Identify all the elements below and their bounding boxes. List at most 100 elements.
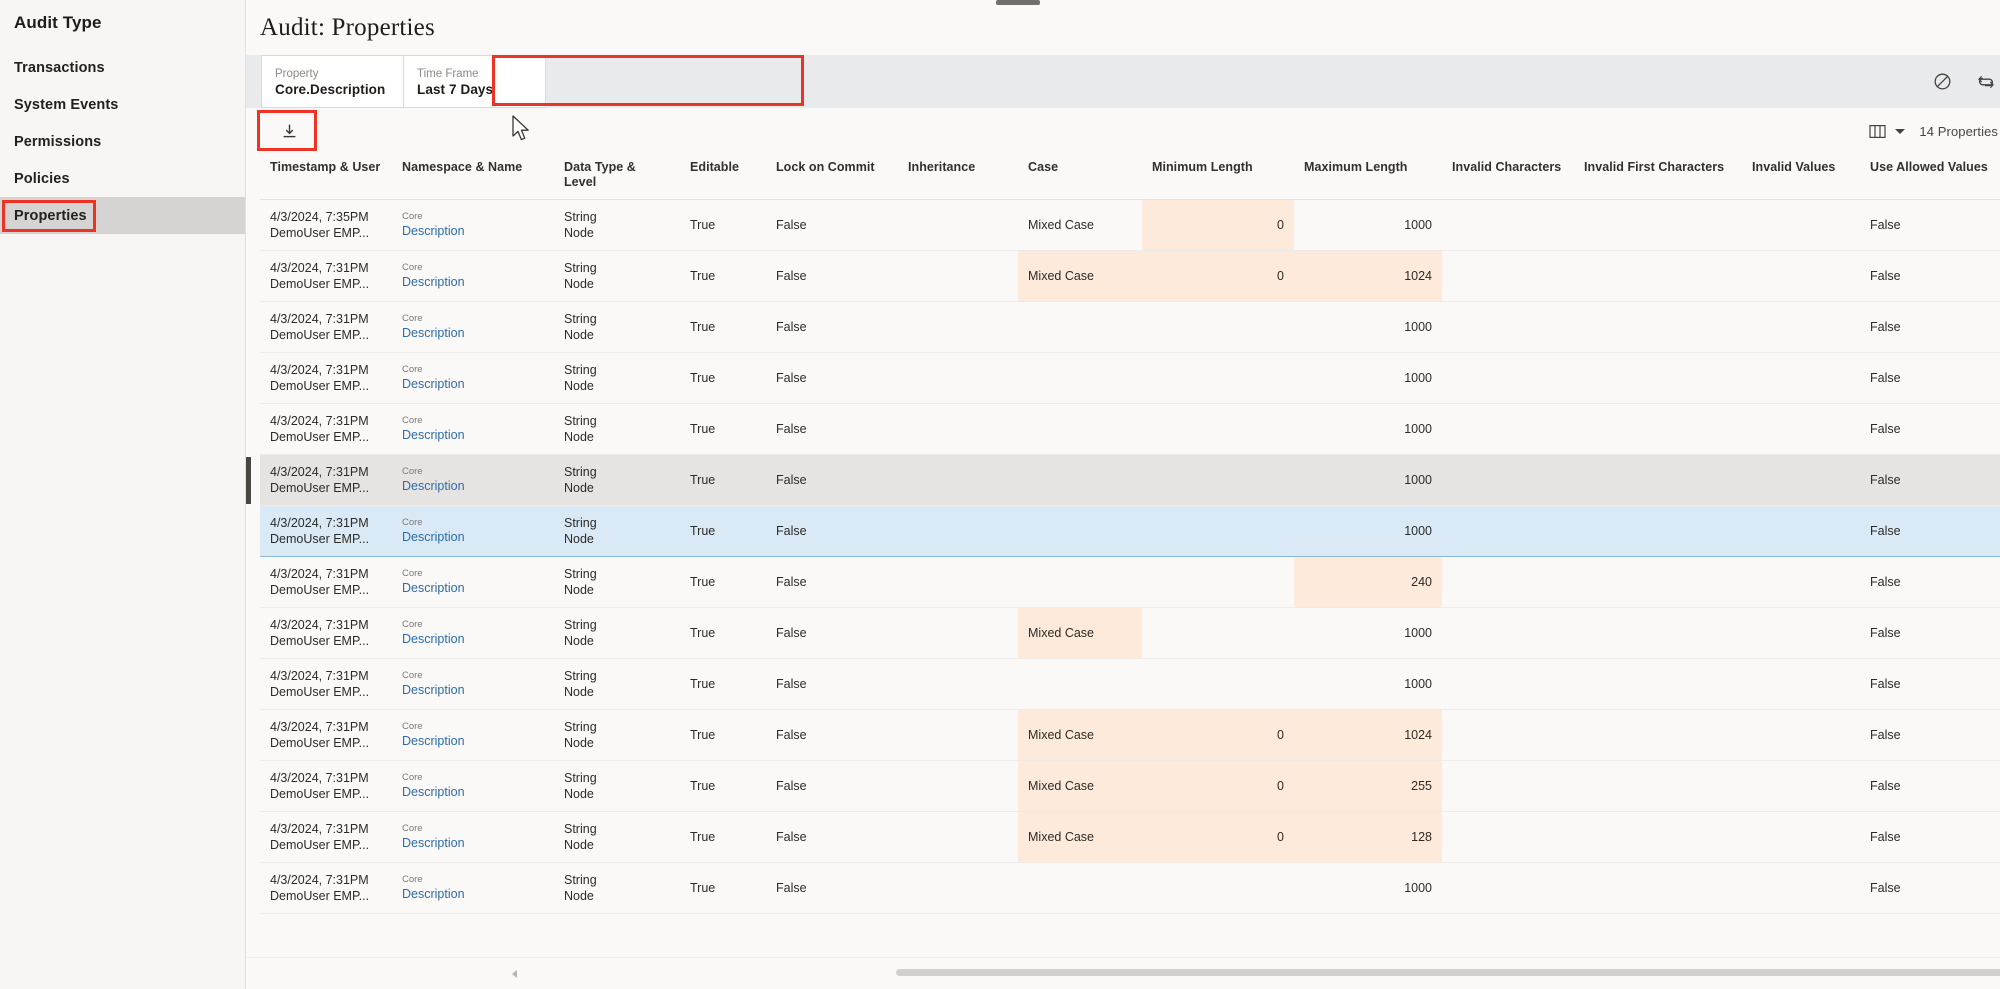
property-name-link[interactable]: Description	[402, 733, 544, 749]
column-header-namespace-name[interactable]: Namespace & Name	[392, 155, 554, 200]
data-type-text: String	[564, 822, 597, 836]
namespace-text: Core	[402, 772, 423, 783]
table-row[interactable]: 4/3/2024, 7:31PM DemoUser EMP... Core Descr…	[260, 556, 2000, 608]
sidebar-item-policies[interactable]: Policies	[0, 160, 245, 197]
property-name-link[interactable]: Description	[402, 376, 544, 392]
cell-invalid-characters	[1442, 658, 1574, 710]
property-name-link[interactable]: Description	[402, 427, 544, 443]
cell-invalid-values	[1742, 811, 1860, 863]
column-header-minimum-length[interactable]: Minimum Length	[1142, 155, 1294, 200]
property-name-link[interactable]: Description	[402, 784, 544, 800]
cell-lock-on-commit: False	[766, 556, 898, 608]
property-name-link[interactable]: Description	[402, 478, 544, 494]
scroll-left-arrow-icon[interactable]	[512, 970, 517, 978]
table-row[interactable]: 4/3/2024, 7:31PM DemoUser EMP... Core Descr…	[260, 658, 2000, 710]
case-text: Mixed Case	[1028, 830, 1094, 844]
cell-invalid-values	[1742, 760, 1860, 812]
property-name-link[interactable]: Description	[402, 529, 544, 545]
sidebar-item-label: Transactions	[14, 59, 105, 76]
cell-invalid-first-characters	[1574, 709, 1742, 761]
sidebar-item-system-events[interactable]: System Events	[0, 86, 245, 123]
use-allowed-values-text: False	[1870, 371, 1901, 385]
property-name-link[interactable]: Description	[402, 223, 544, 239]
table-row[interactable]: 4/3/2024, 7:31PM DemoUser EMP... Core Descr…	[260, 811, 2000, 863]
property-name-link[interactable]: Description	[402, 631, 544, 647]
filter-chip-property[interactable]: Property Core.Description	[261, 55, 403, 108]
table-row[interactable]: 4/3/2024, 7:31PM DemoUser EMP... Core Descr…	[260, 454, 2000, 506]
cell-editable: True	[680, 454, 766, 506]
property-name-link[interactable]: Description	[402, 580, 544, 596]
cell-invalid-characters	[1442, 352, 1574, 404]
namespace-text: Core	[402, 466, 423, 477]
cell-case	[1018, 658, 1142, 710]
column-header-use-allowed-values[interactable]: Use Allowed Values	[1860, 155, 2000, 200]
editable-text: True	[690, 881, 716, 895]
cell-data-type-level: String Node	[554, 658, 680, 710]
sidebar-title: Audit Type	[14, 13, 102, 32]
top-scrollbar-fragment[interactable]	[996, 0, 1040, 5]
cell-timestamp-user: 4/3/2024, 7:31PM DemoUser EMP...	[260, 811, 392, 863]
namespace-text: Core	[402, 823, 423, 834]
column-header-data-type-level[interactable]: Data Type & Level	[554, 155, 680, 200]
scrollbar-thumb[interactable]	[896, 969, 2000, 976]
column-header-invalid-characters[interactable]: Invalid Characters	[1442, 155, 1574, 200]
column-header-case[interactable]: Case	[1018, 155, 1142, 200]
table-row[interactable]: 4/3/2024, 7:31PM DemoUser EMP... Core Descr…	[260, 709, 2000, 761]
chevron-down-icon[interactable]	[1895, 129, 1906, 134]
cell-data-type-level: String Node	[554, 403, 680, 455]
clear-filter-icon[interactable]	[1930, 70, 1954, 94]
cell-case	[1018, 301, 1142, 353]
timestamp-text: 4/3/2024, 7:31PM	[270, 465, 369, 479]
column-header-invalid-values[interactable]: Invalid Values	[1742, 155, 1860, 200]
cell-invalid-characters	[1442, 709, 1574, 761]
column-header-invalid-first-characters[interactable]: Invalid First Characters	[1574, 155, 1742, 200]
cell-data-type-level: String Node	[554, 199, 680, 251]
column-header-lock-on-commit[interactable]: Lock on Commit	[766, 155, 898, 200]
property-name-link[interactable]: Description	[402, 835, 544, 851]
horizontal-scrollbar[interactable]	[246, 957, 2000, 989]
maximum-length-text: 1000	[1404, 524, 1432, 538]
cell-use-allowed-values: False	[1860, 760, 2000, 812]
table-row[interactable]: 4/3/2024, 7:35PM DemoUser EMP... Core Descr…	[260, 199, 2000, 251]
column-header-editable[interactable]: Editable	[680, 155, 766, 200]
use-allowed-values-text: False	[1870, 218, 1901, 232]
sidebar-item-properties[interactable]: Properties	[0, 197, 245, 234]
cell-invalid-first-characters	[1574, 658, 1742, 710]
sidebar-item-transactions[interactable]: Transactions	[0, 49, 245, 86]
maximum-length-text: 240	[1411, 575, 1432, 589]
filter-bar: Property Core.Description Time Frame Last 7…	[246, 55, 2000, 108]
table-row[interactable]: 4/3/2024, 7:31PM DemoUser EMP... Core Descr…	[260, 505, 2000, 557]
column-header-label: Timestamp & User	[270, 160, 381, 174]
table-row[interactable]: 4/3/2024, 7:31PM DemoUser EMP... Core Descr…	[260, 301, 2000, 353]
property-name-link[interactable]: Description	[402, 274, 544, 290]
minimum-length-text: 0	[1277, 269, 1284, 283]
property-name-link[interactable]: Description	[402, 682, 544, 698]
cell-lock-on-commit: False	[766, 454, 898, 506]
table-row[interactable]: 4/3/2024, 7:31PM DemoUser EMP... Core Descr…	[260, 760, 2000, 812]
property-name-link[interactable]: Description	[402, 886, 544, 902]
filter-chip-time-frame[interactable]: Time Frame Last 7 Days	[403, 55, 546, 108]
column-header-maximum-length[interactable]: Maximum Length	[1294, 155, 1442, 200]
user-text: DemoUser EMP...	[270, 277, 370, 291]
table-row[interactable]: 4/3/2024, 7:31PM DemoUser EMP... Core Descr…	[260, 250, 2000, 302]
property-name-link[interactable]: Description	[402, 325, 544, 341]
export-download-button[interactable]	[260, 113, 318, 151]
column-header-inheritance[interactable]: Inheritance	[898, 155, 1018, 200]
table-row[interactable]: 4/3/2024, 7:31PM DemoUser EMP... Core Descr…	[260, 862, 2000, 914]
cell-editable: True	[680, 556, 766, 608]
table-row[interactable]: 4/3/2024, 7:31PM DemoUser EMP... Core Descr…	[260, 607, 2000, 659]
cell-invalid-values	[1742, 301, 1860, 353]
cell-minimum-length	[1142, 352, 1294, 404]
column-header-timestamp-user[interactable]: Timestamp & User	[260, 155, 392, 200]
refresh-icon[interactable]	[1974, 70, 1998, 94]
case-text: Mixed Case	[1028, 218, 1094, 232]
columns-icon[interactable]	[1869, 124, 1886, 139]
data-type-text: String	[564, 720, 597, 734]
level-text: Node	[564, 532, 594, 546]
table-row[interactable]: 4/3/2024, 7:31PM DemoUser EMP... Core Descr…	[260, 352, 2000, 404]
cell-case: Mixed Case	[1018, 607, 1142, 659]
cell-minimum-length	[1142, 862, 1294, 914]
cell-editable: True	[680, 199, 766, 251]
sidebar-item-permissions[interactable]: Permissions	[0, 123, 245, 160]
table-row[interactable]: 4/3/2024, 7:31PM DemoUser EMP... Core Descr…	[260, 403, 2000, 455]
